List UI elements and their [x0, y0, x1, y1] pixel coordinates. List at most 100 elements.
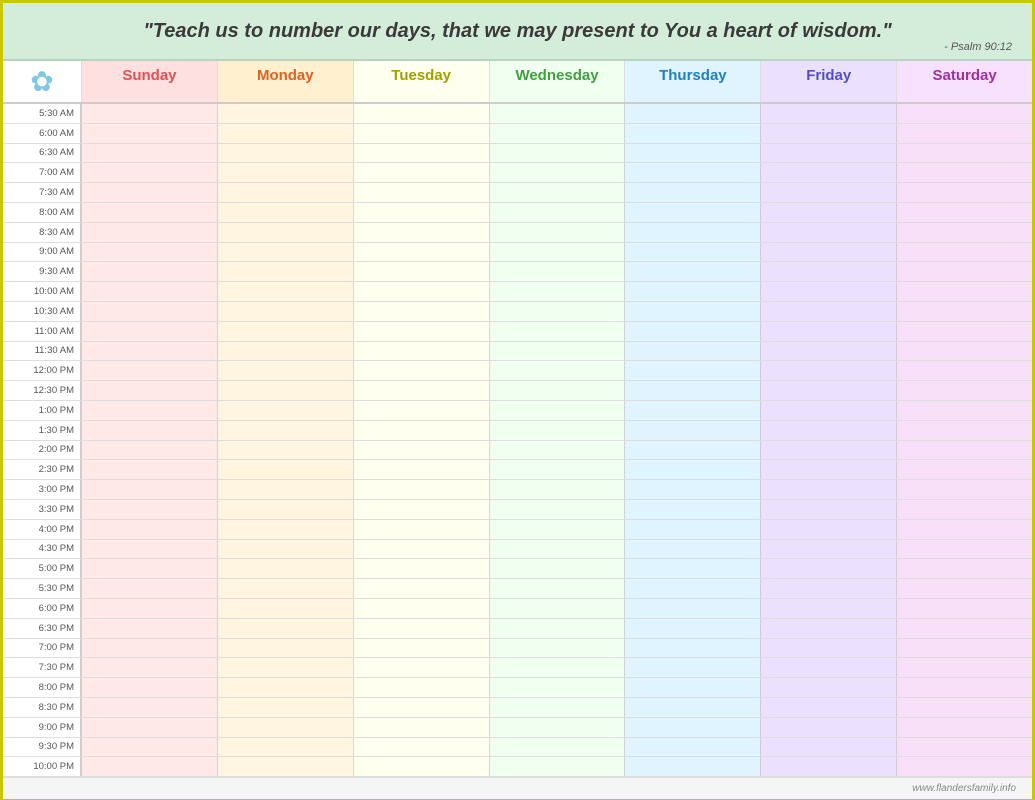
day-cell-thursday[interactable]: [624, 658, 760, 677]
day-cell-friday[interactable]: [760, 243, 896, 262]
day-cell-thursday[interactable]: [624, 104, 760, 123]
day-cell-thursday[interactable]: [624, 718, 760, 737]
day-cell-sunday[interactable]: [81, 579, 217, 598]
day-cell-monday[interactable]: [217, 520, 353, 539]
day-cell-sunday[interactable]: [81, 243, 217, 262]
day-cell-saturday[interactable]: [896, 401, 1032, 420]
day-cell-sunday[interactable]: [81, 124, 217, 143]
day-cell-wednesday[interactable]: [489, 757, 625, 776]
day-cell-saturday[interactable]: [896, 381, 1032, 400]
day-cell-friday[interactable]: [760, 302, 896, 321]
day-cell-saturday[interactable]: [896, 579, 1032, 598]
day-cell-saturday[interactable]: [896, 619, 1032, 638]
day-cell-saturday[interactable]: [896, 282, 1032, 301]
day-cell-friday[interactable]: [760, 223, 896, 242]
day-cell-tuesday[interactable]: [353, 144, 489, 163]
day-cell-thursday[interactable]: [624, 698, 760, 717]
day-cell-saturday[interactable]: [896, 322, 1032, 341]
day-cell-friday[interactable]: [760, 361, 896, 380]
day-cell-saturday[interactable]: [896, 104, 1032, 123]
day-cell-tuesday[interactable]: [353, 401, 489, 420]
day-cell-tuesday[interactable]: [353, 342, 489, 361]
day-cell-thursday[interactable]: [624, 124, 760, 143]
day-cell-friday[interactable]: [760, 401, 896, 420]
day-cell-sunday[interactable]: [81, 183, 217, 202]
day-cell-sunday[interactable]: [81, 223, 217, 242]
day-cell-friday[interactable]: [760, 282, 896, 301]
day-cell-tuesday[interactable]: [353, 163, 489, 182]
day-cell-tuesday[interactable]: [353, 520, 489, 539]
day-cell-sunday[interactable]: [81, 500, 217, 519]
day-cell-thursday[interactable]: [624, 381, 760, 400]
day-cell-sunday[interactable]: [81, 540, 217, 559]
day-cell-wednesday[interactable]: [489, 460, 625, 479]
day-cell-tuesday[interactable]: [353, 480, 489, 499]
day-cell-thursday[interactable]: [624, 460, 760, 479]
day-cell-monday[interactable]: [217, 738, 353, 757]
day-cell-saturday[interactable]: [896, 718, 1032, 737]
day-cell-thursday[interactable]: [624, 520, 760, 539]
day-cell-wednesday[interactable]: [489, 579, 625, 598]
day-cell-saturday[interactable]: [896, 559, 1032, 578]
day-cell-saturday[interactable]: [896, 163, 1032, 182]
day-cell-tuesday[interactable]: [353, 183, 489, 202]
day-cell-saturday[interactable]: [896, 540, 1032, 559]
day-cell-thursday[interactable]: [624, 243, 760, 262]
day-cell-wednesday[interactable]: [489, 658, 625, 677]
day-cell-friday[interactable]: [760, 342, 896, 361]
day-cell-tuesday[interactable]: [353, 421, 489, 440]
day-cell-sunday[interactable]: [81, 163, 217, 182]
day-cell-wednesday[interactable]: [489, 678, 625, 697]
day-cell-friday[interactable]: [760, 144, 896, 163]
day-cell-monday[interactable]: [217, 223, 353, 242]
day-cell-friday[interactable]: [760, 599, 896, 618]
day-cell-wednesday[interactable]: [489, 559, 625, 578]
day-cell-saturday[interactable]: [896, 599, 1032, 618]
day-cell-saturday[interactable]: [896, 738, 1032, 757]
day-cell-friday[interactable]: [760, 441, 896, 460]
day-cell-wednesday[interactable]: [489, 163, 625, 182]
day-cell-friday[interactable]: [760, 678, 896, 697]
day-cell-saturday[interactable]: [896, 144, 1032, 163]
day-cell-tuesday[interactable]: [353, 698, 489, 717]
day-cell-tuesday[interactable]: [353, 381, 489, 400]
day-cell-sunday[interactable]: [81, 441, 217, 460]
day-cell-tuesday[interactable]: [353, 104, 489, 123]
day-cell-monday[interactable]: [217, 282, 353, 301]
day-cell-monday[interactable]: [217, 104, 353, 123]
day-cell-saturday[interactable]: [896, 203, 1032, 222]
day-cell-tuesday[interactable]: [353, 658, 489, 677]
day-cell-monday[interactable]: [217, 639, 353, 658]
day-cell-tuesday[interactable]: [353, 500, 489, 519]
day-cell-monday[interactable]: [217, 480, 353, 499]
day-cell-friday[interactable]: [760, 262, 896, 281]
day-cell-sunday[interactable]: [81, 520, 217, 539]
day-cell-thursday[interactable]: [624, 361, 760, 380]
day-cell-sunday[interactable]: [81, 361, 217, 380]
day-cell-tuesday[interactable]: [353, 579, 489, 598]
day-cell-tuesday[interactable]: [353, 322, 489, 341]
day-cell-tuesday[interactable]: [353, 678, 489, 697]
day-cell-wednesday[interactable]: [489, 401, 625, 420]
day-cell-saturday[interactable]: [896, 658, 1032, 677]
day-cell-sunday[interactable]: [81, 698, 217, 717]
day-cell-monday[interactable]: [217, 441, 353, 460]
day-cell-thursday[interactable]: [624, 421, 760, 440]
day-cell-sunday[interactable]: [81, 480, 217, 499]
day-cell-wednesday[interactable]: [489, 302, 625, 321]
day-cell-friday[interactable]: [760, 738, 896, 757]
day-cell-friday[interactable]: [760, 124, 896, 143]
day-cell-thursday[interactable]: [624, 757, 760, 776]
day-cell-wednesday[interactable]: [489, 262, 625, 281]
day-cell-friday[interactable]: [760, 381, 896, 400]
day-cell-thursday[interactable]: [624, 579, 760, 598]
day-cell-friday[interactable]: [760, 500, 896, 519]
day-cell-wednesday[interactable]: [489, 421, 625, 440]
day-cell-monday[interactable]: [217, 124, 353, 143]
day-cell-tuesday[interactable]: [353, 302, 489, 321]
day-cell-sunday[interactable]: [81, 757, 217, 776]
day-cell-friday[interactable]: [760, 203, 896, 222]
day-cell-friday[interactable]: [760, 322, 896, 341]
day-cell-thursday[interactable]: [624, 619, 760, 638]
day-cell-monday[interactable]: [217, 381, 353, 400]
